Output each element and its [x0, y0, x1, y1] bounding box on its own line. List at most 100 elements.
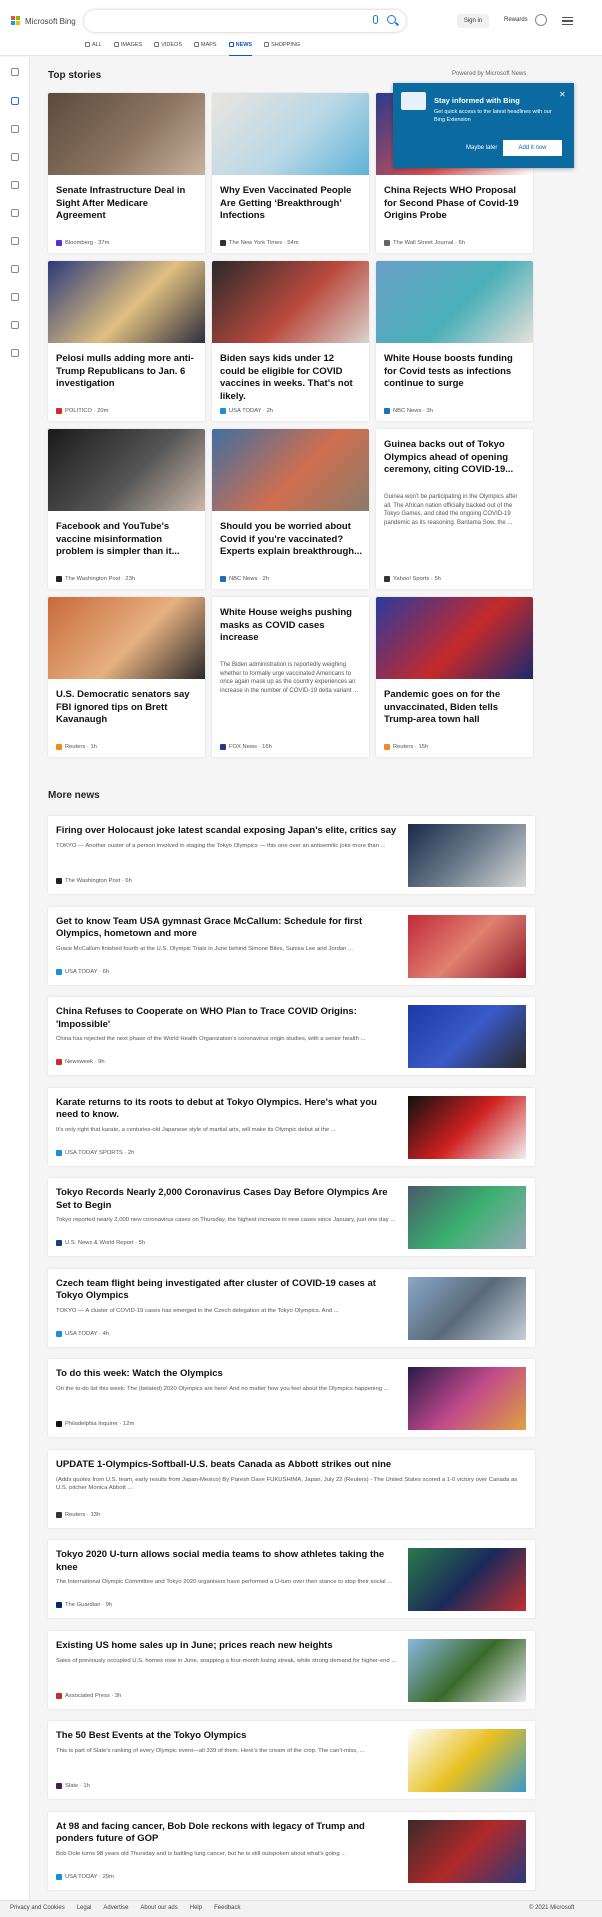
footer-link[interactable]: Privacy and Cookies: [10, 1905, 65, 1911]
story-card[interactable]: Why Even Vaccinated People Are Getting ‘…: [212, 93, 369, 253]
more-icon[interactable]: [11, 349, 19, 357]
footer-link[interactable]: About our ads: [140, 1905, 177, 1911]
story-image[interactable]: [212, 93, 369, 175]
news-thumbnail[interactable]: [408, 1276, 526, 1340]
story-image[interactable]: [48, 597, 205, 679]
news-thumbnail[interactable]: [408, 1095, 526, 1159]
story-card[interactable]: U.S. Democratic senators say FBI ignored…: [48, 597, 205, 757]
story-title[interactable]: White House weighs pushing masks as COVI…: [220, 607, 362, 645]
location-icon[interactable]: [11, 181, 19, 189]
news-row[interactable]: To do this week: Watch the Olympics On th…: [48, 1359, 535, 1437]
story-title[interactable]: Guinea backs out of Tokyo Olympics ahead…: [384, 439, 526, 477]
story-card[interactable]: Biden says kids under 12 could be eligib…: [212, 261, 369, 421]
news-title[interactable]: China Refuses to Cooperate on WHO Plan t…: [56, 1006, 401, 1031]
story-card[interactable]: White House weighs pushing masks as COVI…: [212, 597, 369, 757]
news-title[interactable]: To do this week: Watch the Olympics: [56, 1368, 401, 1381]
story-card[interactable]: Pandemic goes on for the unvaccinated, B…: [376, 597, 533, 757]
footer-link[interactable]: Advertise: [103, 1905, 128, 1911]
business-icon[interactable]: [11, 321, 19, 329]
globe-icon[interactable]: [11, 209, 19, 217]
news-title[interactable]: At 98 and facing cancer, Bob Dole reckon…: [56, 1821, 401, 1846]
tab-maps[interactable]: MAPS: [194, 40, 217, 56]
rocket-icon[interactable]: [11, 265, 19, 273]
trending-icon[interactable]: [11, 125, 19, 133]
news-row[interactable]: UPDATE 1-Olympics-Softball-U.S. beats Ca…: [48, 1449, 535, 1528]
story-title[interactable]: U.S. Democratic senators say FBI ignored…: [56, 689, 198, 727]
news-thumbnail[interactable]: [408, 1186, 526, 1249]
news-title[interactable]: Existing US home sales up in June; price…: [56, 1640, 401, 1653]
close-icon[interactable]: ✕: [559, 90, 566, 99]
news-row[interactable]: Tokyo 2020 U-turn allows social media te…: [48, 1540, 535, 1618]
news-row[interactable]: Get to know Team USA gymnast Grace McCal…: [48, 906, 535, 985]
rewards-icon[interactable]: [535, 14, 547, 26]
news-row[interactable]: At 98 and facing cancer, Bob Dole reckon…: [48, 1811, 535, 1890]
tab-images[interactable]: IMAGES: [113, 40, 142, 56]
news-title[interactable]: Tokyo 2020 U-turn allows social media te…: [56, 1549, 401, 1574]
maybe-later-button[interactable]: Maybe later: [466, 145, 497, 151]
story-image[interactable]: [48, 261, 205, 343]
news-title[interactable]: Get to know Team USA gymnast Grace McCal…: [56, 916, 401, 941]
news-thumbnail[interactable]: [408, 1638, 526, 1702]
news-row[interactable]: Existing US home sales up in June; price…: [48, 1630, 535, 1709]
news-title[interactable]: Czech team flight being investigated aft…: [56, 1278, 401, 1303]
story-card[interactable]: Pelosi mulls adding more anti-Trump Repu…: [48, 261, 205, 421]
entertainment-icon[interactable]: [11, 293, 19, 301]
footer-link[interactable]: Legal: [77, 1905, 92, 1911]
footer-link[interactable]: Feedback: [214, 1905, 240, 1911]
microphone-icon[interactable]: [373, 15, 378, 24]
story-card[interactable]: White House boosts funding for Covid tes…: [376, 261, 533, 421]
rewards-link[interactable]: Rewards: [504, 17, 528, 23]
story-title[interactable]: Pandemic goes on for the unvaccinated, B…: [384, 689, 526, 727]
sign-in-button[interactable]: Sign in: [457, 14, 489, 28]
tab-all[interactable]: ALL: [85, 40, 102, 56]
news-title[interactable]: The 50 Best Events at the Tokyo Olympics: [56, 1730, 401, 1743]
story-card[interactable]: Guinea backs out of Tokyo Olympics ahead…: [376, 429, 533, 589]
news-thumbnail[interactable]: [408, 1367, 526, 1430]
story-title[interactable]: Facebook and YouTube's vaccine misinform…: [56, 521, 198, 559]
story-card[interactable]: Should you be worried about Covid if you…: [212, 429, 369, 589]
politics-icon[interactable]: [11, 237, 19, 245]
news-row[interactable]: Karate returns to its roots to debut at …: [48, 1087, 535, 1166]
news-thumbnail[interactable]: [408, 1729, 526, 1792]
search-input[interactable]: [84, 10, 406, 32]
story-image[interactable]: [376, 261, 533, 343]
news-thumbnail[interactable]: [408, 824, 526, 887]
hamburger-menu-icon[interactable]: [562, 17, 573, 25]
story-title[interactable]: Pelosi mulls adding more anti-Trump Repu…: [56, 353, 198, 391]
news-title[interactable]: Firing over Holocaust joke latest scanda…: [56, 825, 401, 838]
story-image[interactable]: [376, 597, 533, 679]
news-thumbnail[interactable]: [408, 1005, 526, 1068]
expand-icon[interactable]: [11, 68, 19, 76]
story-card[interactable]: Facebook and YouTube's vaccine misinform…: [48, 429, 205, 589]
news-title[interactable]: Karate returns to its roots to debut at …: [56, 1097, 401, 1122]
story-image[interactable]: [48, 429, 205, 511]
news-thumbnail[interactable]: [408, 1548, 526, 1611]
footer-link[interactable]: Help: [190, 1905, 202, 1911]
news-row[interactable]: Tokyo Records Nearly 2,000 Coronavirus C…: [48, 1178, 535, 1256]
story-image[interactable]: [212, 261, 369, 343]
story-image[interactable]: [48, 93, 205, 175]
news-thumbnail[interactable]: [408, 1819, 526, 1883]
news-title[interactable]: UPDATE 1-Olympics-Softball-U.S. beats Ca…: [56, 1459, 526, 1472]
flag-icon[interactable]: [11, 153, 19, 161]
news-row[interactable]: Czech team flight being investigated aft…: [48, 1268, 535, 1347]
story-image[interactable]: [212, 429, 369, 511]
tab-videos[interactable]: VIDEOS: [154, 40, 182, 56]
tab-shopping[interactable]: SHOPPING: [264, 40, 300, 56]
news-row[interactable]: Firing over Holocaust joke latest scanda…: [48, 816, 535, 894]
news-title[interactable]: Tokyo Records Nearly 2,000 Coronavirus C…: [56, 1187, 401, 1212]
tab-news[interactable]: NEWS: [228, 40, 253, 56]
story-title[interactable]: China Rejects WHO Proposal for Second Ph…: [384, 185, 526, 223]
news-row[interactable]: China Refuses to Cooperate on WHO Plan t…: [48, 997, 535, 1075]
home-icon[interactable]: [11, 97, 19, 105]
bing-logo[interactable]: Microsoft Bing: [11, 16, 76, 26]
story-title[interactable]: Why Even Vaccinated People Are Getting ‘…: [220, 185, 362, 223]
search-icon[interactable]: [387, 15, 396, 24]
story-title[interactable]: White House boosts funding for Covid tes…: [384, 353, 526, 391]
story-title[interactable]: Should you be worried about Covid if you…: [220, 521, 362, 559]
add-extension-button[interactable]: Add it now: [503, 140, 562, 156]
story-card[interactable]: Senate Infrastructure Deal in Sight Afte…: [48, 93, 205, 253]
news-row[interactable]: The 50 Best Events at the Tokyo Olympics…: [48, 1721, 535, 1799]
news-thumbnail[interactable]: [408, 914, 526, 978]
story-title[interactable]: Biden says kids under 12 could be eligib…: [220, 353, 362, 403]
